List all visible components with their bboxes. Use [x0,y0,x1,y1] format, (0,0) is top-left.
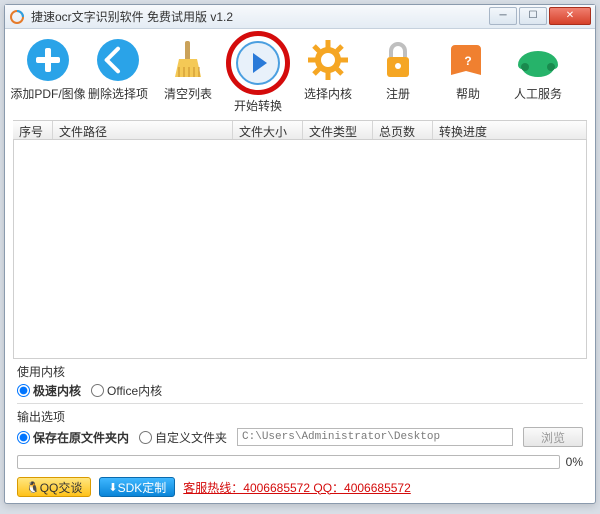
help-button[interactable]: ? 帮助 [435,35,501,116]
add-pdf-button[interactable]: 添加PDF/图像 [15,35,81,116]
help-book-icon: ? [445,37,491,83]
progress-row: 0% [17,455,583,469]
titlebar: 捷速ocr文字识别软件 免费试用版 v1.2 ─ ☐ ✕ [5,5,595,29]
register-button[interactable]: 注册 [365,35,431,116]
table-body[interactable] [13,140,587,359]
app-window: 捷速ocr文字识别软件 免费试用版 v1.2 ─ ☐ ✕ 添加PDF/图像 删除… [4,4,596,504]
select-kernel-button[interactable]: 选择内核 [295,35,361,116]
table-wrap: 序号 文件路径 文件大小 文件类型 总页数 转换进度 [13,120,587,140]
browse-button[interactable]: 浏览 [523,427,583,447]
window-buttons: ─ ☐ ✕ [487,7,591,27]
toolbar-label: 开始转换 [234,97,282,114]
sdk-button[interactable]: ⬇SDK定制 [99,477,175,497]
start-convert-button[interactable]: 开始转换 [225,35,291,116]
toolbar: 添加PDF/图像 删除选择项 清空列表 开始转换 选择内核 注册 ? 帮助 [5,29,595,120]
toolbar-label: 人工服务 [514,85,562,102]
play-icon [235,40,281,86]
col-size[interactable]: 文件大小 [233,121,303,139]
progress-percent: 0% [566,455,583,469]
output-path-input[interactable]: C:\Users\Administrator\Desktop [237,428,513,446]
minimize-button[interactable]: ─ [489,7,517,25]
output-original-radio[interactable]: 保存在原文件夹内 [17,429,129,446]
close-button[interactable]: ✕ [549,7,591,25]
plus-icon [25,37,71,83]
kernel-office-radio[interactable]: Office内核 [91,382,162,399]
toolbar-label: 添加PDF/图像 [10,85,85,102]
phone-icon [515,37,561,83]
delete-icon [95,37,141,83]
customer-service-button[interactable]: 人工服务 [505,35,571,116]
col-progress[interactable]: 转换进度 [433,121,587,139]
toolbar-label: 注册 [386,85,410,102]
delete-selection-button[interactable]: 删除选择项 [85,35,151,116]
footer: 🐧QQ交谈 ⬇SDK定制 客服热线：4006685572 QQ：40066855… [5,473,595,503]
lock-icon [375,37,421,83]
app-icon [9,9,25,25]
svg-text:?: ? [464,54,471,68]
col-pages[interactable]: 总页数 [373,121,433,139]
col-seq[interactable]: 序号 [13,121,53,139]
window-title: 捷速ocr文字识别软件 免费试用版 v1.2 [31,8,487,25]
broom-icon [165,37,211,83]
output-custom-radio[interactable]: 自定义文件夹 [139,429,227,446]
kernel-title: 使用内核 [17,363,583,380]
toolbar-label: 帮助 [456,85,480,102]
output-section: 输出选项 保存在原文件夹内 自定义文件夹 C:\Users\Administra… [5,404,595,451]
clear-list-button[interactable]: 清空列表 [155,35,221,116]
toolbar-label: 选择内核 [304,85,352,102]
toolbar-label: 删除选择项 [88,85,148,102]
maximize-button[interactable]: ☐ [519,7,547,25]
kernel-fast-radio[interactable]: 极速内核 [17,382,81,399]
toolbar-label: 清空列表 [164,85,212,102]
qq-chat-button[interactable]: 🐧QQ交谈 [17,477,91,497]
highlight-circle [226,31,290,95]
hotline-link[interactable]: 客服热线：4006685572 QQ：4006685572 [183,479,410,496]
col-path[interactable]: 文件路径 [53,121,233,139]
table-header: 序号 文件路径 文件大小 文件类型 总页数 转换进度 [13,120,587,140]
progress-bar [17,455,560,469]
output-title: 输出选项 [17,408,583,425]
kernel-section: 使用内核 极速内核 Office内核 [5,359,595,403]
col-type[interactable]: 文件类型 [303,121,373,139]
gear-icon [305,37,351,83]
